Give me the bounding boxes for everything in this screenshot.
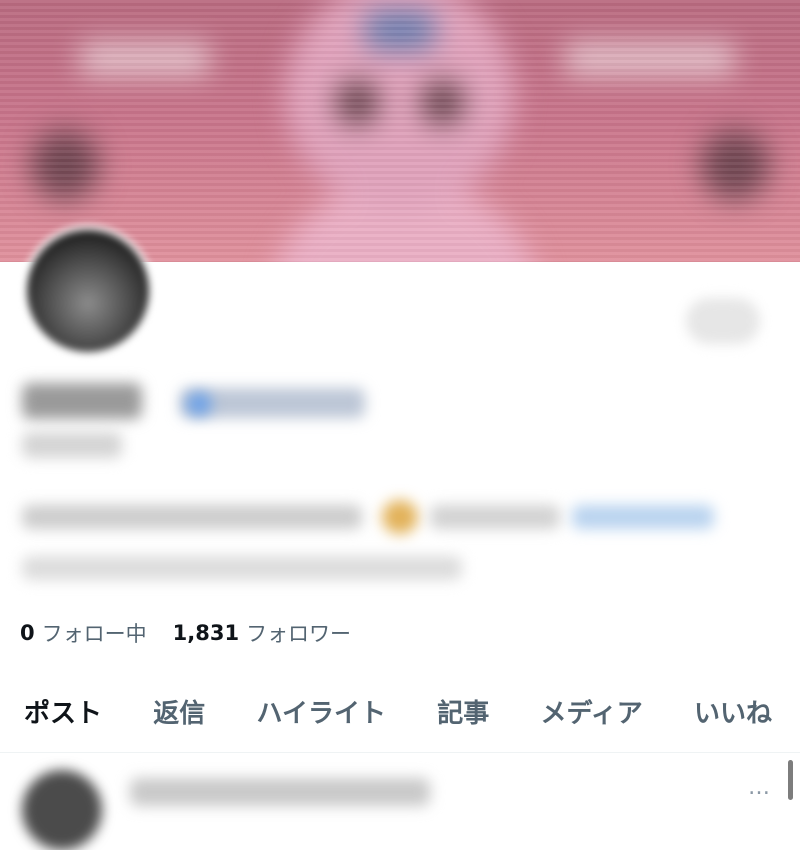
post-avatar[interactable] (22, 770, 102, 850)
tab-highlights[interactable]: ハイライト (257, 693, 386, 730)
user-handle (22, 432, 122, 458)
profile-action-button[interactable] (686, 298, 760, 344)
bio-text-line-2 (22, 556, 462, 580)
scrollbar[interactable] (788, 760, 793, 800)
profile-avatar[interactable] (22, 225, 154, 357)
post-author-name (130, 778, 430, 806)
followers-count: 1,831 (172, 621, 240, 645)
display-name (22, 383, 142, 419)
profile-tabs: ポスト 返信 ハイライト 記事 メディア いいね (0, 680, 800, 742)
banner-texture (0, 0, 800, 262)
tab-articles[interactable]: 記事 (437, 693, 489, 730)
tab-likes[interactable]: いいね (694, 693, 772, 730)
more-icon[interactable]: … (748, 776, 771, 800)
tab-replies[interactable]: 返信 (153, 693, 205, 730)
bio-text (22, 505, 362, 529)
tab-media[interactable]: メディア (541, 693, 643, 730)
following-link[interactable]: 0 フォロー中 (20, 618, 147, 648)
following-count: 0 (20, 621, 35, 645)
following-label: フォロー中 (41, 622, 147, 646)
bio-text-continued (430, 505, 560, 529)
follow-stats: 0 フォロー中 1,831 フォロワー (20, 618, 377, 648)
followers-label: フォロワー (246, 622, 352, 646)
tabs-divider (0, 752, 800, 753)
profile-banner[interactable] (0, 0, 800, 262)
bio-link[interactable] (572, 505, 714, 529)
bio-emoji-icon (382, 500, 418, 534)
followers-link[interactable]: 1,831 フォロワー (173, 618, 351, 648)
verified-check-icon (186, 392, 212, 416)
tab-posts[interactable]: ポスト (24, 693, 102, 730)
